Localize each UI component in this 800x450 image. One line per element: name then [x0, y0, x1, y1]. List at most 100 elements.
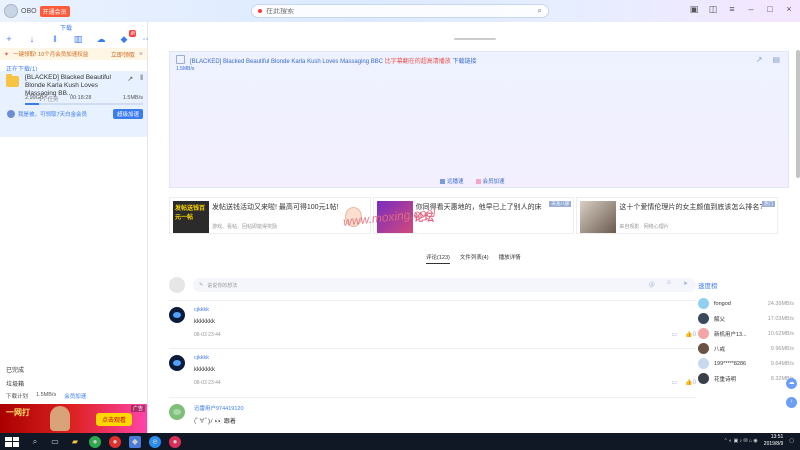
close-button[interactable]: ×: [784, 4, 794, 15]
recommend-card[interactable]: 发帖送钱百元一帖 发帖送钱活动又来啦! 最高可得100元1帖! 游戏、看帖、回帖…: [169, 197, 371, 234]
side-links: 已完成 垃圾箱: [6, 364, 24, 392]
ad-watch-button[interactable]: 点击观看: [96, 413, 133, 426]
comment-item: cjkkkk kkkkkkk 08-03 23:44 ▭ 👍0: [169, 300, 696, 344]
reply-icon[interactable]: ▭: [672, 331, 678, 338]
system-tray: ⌃ ◐ ▣ ♪ ✉ ⌂ ◉ 13:51 2019/8/9 ▢: [723, 434, 794, 448]
download-plan-link[interactable]: 下载计划: [6, 392, 28, 400]
app-icon[interactable]: ●: [109, 435, 121, 448]
tab-comments[interactable]: 评论(123): [426, 253, 450, 264]
ranking-user: 花重诗明: [714, 376, 737, 383]
search-icon[interactable]: ⌕: [29, 436, 41, 448]
window-controls: ▣ ◫ ≡ – □ ×: [689, 4, 794, 15]
avatar[interactable]: [4, 4, 18, 18]
menu-icon[interactable]: ≡: [727, 4, 737, 15]
tray-icons[interactable]: ⌃ ◐ ▣ ♪ ✉ ⌂ ◉: [723, 438, 757, 444]
avatar[interactable]: [169, 307, 185, 323]
at-icon[interactable]: ＠: [649, 280, 655, 289]
ranking-title: 速度榜: [698, 283, 718, 290]
sidebar-item-completed[interactable]: 已完成: [6, 364, 24, 378]
ranking-row[interactable]: 新机用户13... 10.62MB/s: [698, 326, 794, 341]
task-view-icon[interactable]: ▭: [49, 436, 61, 448]
search-bar[interactable]: ⌕: [251, 4, 549, 18]
thunder-icon[interactable]: ◆: [129, 435, 141, 448]
tab-file-list[interactable]: 文件列表(4): [460, 253, 489, 264]
ranking-row[interactable]: 199*****8286 9.64MB/s: [698, 356, 794, 371]
player-title-suffix: 比字幕翻在的超高清播放: [384, 59, 451, 65]
recommend-card[interactable]: 这十个爱情伦理片的女主颜值到底该怎么排名? 来自观影 · 网络心理片 热门: [576, 197, 779, 234]
sidebar-item-trash[interactable]: 垃圾箱: [6, 378, 24, 392]
legend-normal-speed: 远播速: [440, 177, 464, 185]
app-icon[interactable]: ●: [169, 435, 181, 448]
share-icon[interactable]: ↗: [756, 55, 763, 64]
ranking-user: 新机用户13...: [714, 331, 747, 338]
vip-accelerate-link[interactable]: 会员加速: [64, 392, 86, 400]
video-player[interactable]: [BLACKED] Blacked Beautiful Blonde Karla…: [169, 51, 789, 188]
vip-promo-text: 我是被，可领取7天白金会员: [18, 112, 88, 118]
avatar[interactable]: [169, 355, 185, 371]
player-actions: ↗ ▤: [756, 55, 780, 64]
ranking-row[interactable]: 解父 17.03MB/s: [698, 311, 794, 326]
skin-icon[interactable]: ◫: [708, 4, 718, 15]
download-toolbar: + ↓ ‖ ▥ ☁ ◆ 新 ⋯: [4, 30, 152, 45]
tab-download[interactable]: 下载: [60, 23, 72, 32]
player-title-link[interactable]: 下载链接: [452, 59, 476, 65]
like-button[interactable]: 👍0: [685, 379, 696, 386]
ranking-list: fongod 24.39MB/s 解父 17.03MB/s 新机用户13... 10.62…: [698, 296, 794, 386]
like-button[interactable]: 👍0: [685, 331, 696, 338]
username[interactable]: OBO: [21, 8, 37, 15]
clock[interactable]: 13:51 2019/8/9: [764, 434, 783, 448]
gift-icon[interactable]: ▣: [689, 4, 699, 15]
search-input[interactable]: [266, 7, 534, 15]
close-icon[interactable]: ×: [139, 51, 143, 58]
scrollbar[interactable]: [796, 50, 800, 178]
card-title: 发帖送钱活动又来啦! 最高可得100元1帖!: [212, 204, 339, 211]
pause-icon[interactable]: ‖: [140, 75, 143, 83]
player-title-main: [BLACKED] Blacked Beautiful Blonde Karla…: [190, 59, 384, 65]
user-info[interactable]: OBO 开通会员: [4, 4, 70, 18]
download-item[interactable]: [BLACKED] Blacked Beautiful Blonde Karla…: [0, 71, 147, 137]
folder-icon[interactable]: ▰: [69, 436, 81, 448]
player-title: [BLACKED] Blacked Beautiful Blonde Karla…: [190, 56, 476, 65]
vip-icon[interactable]: ◆ 新: [119, 30, 136, 45]
minimize-button[interactable]: –: [746, 4, 756, 15]
vip-promo[interactable]: 我是被，可领取7天白金会员: [7, 110, 87, 118]
share-icon[interactable]: ↗: [127, 75, 133, 83]
cloud-icon[interactable]: ☁: [96, 34, 106, 45]
ranking-row[interactable]: fongod 24.39MB/s: [698, 296, 794, 311]
clock-time: 13:51: [770, 434, 784, 440]
comment-author[interactable]: cjkkkk: [194, 355, 209, 361]
ranking-row[interactable]: 花重诗明 8.32MB/s: [698, 371, 794, 386]
ranking-row[interactable]: 八戒 9.96MB/s: [698, 341, 794, 356]
comment-author[interactable]: cjkkkk: [194, 307, 209, 313]
document-icon[interactable]: ▤: [772, 55, 780, 64]
super-accelerate-button[interactable]: 超级加速: [112, 109, 143, 119]
maximize-button[interactable]: □: [765, 4, 775, 15]
comment-input[interactable]: ✎ 说说你的想法: [193, 278, 696, 292]
pause-icon[interactable]: ‖: [50, 34, 60, 45]
card-title: 这十个爱情伦理片的女主颜值到底该怎么排名?: [619, 204, 764, 211]
add-icon[interactable]: +: [4, 34, 14, 45]
drag-handle[interactable]: [454, 38, 496, 40]
back-to-top-icon[interactable]: ↑: [786, 397, 797, 408]
claim-button[interactable]: 立即领取: [111, 50, 135, 59]
recommend-cards: 发帖送钱百元一帖 发帖送钱活动又来啦! 最高可得100元1帖! 游戏、看帖、回帖…: [169, 197, 779, 234]
comment-input-actions: ＠ ☺ ➤: [649, 280, 688, 289]
cloud-float-icon[interactable]: ☁: [786, 378, 797, 389]
emoji-icon[interactable]: ☺: [666, 280, 672, 289]
vip-badge[interactable]: 开通会员: [39, 5, 70, 17]
ad-banner[interactable]: 一网打 点击观看 广告: [0, 404, 147, 433]
windows-start-icon[interactable]: [5, 436, 19, 447]
reply-icon[interactable]: ▭: [672, 379, 678, 386]
folder-icon: [6, 74, 19, 87]
search-icon[interactable]: ⌕: [538, 6, 542, 16]
browser-icon[interactable]: e: [149, 435, 161, 448]
app-icon[interactable]: ●: [89, 435, 101, 448]
avatar[interactable]: [169, 404, 185, 420]
taskbar-apps: ⌕ ▭ ▰ ● ● ◆ e ●: [29, 435, 181, 448]
download-icon[interactable]: ↓: [27, 34, 37, 45]
tab-play-details[interactable]: 播放详情: [499, 253, 521, 264]
delete-icon[interactable]: ▥: [73, 34, 83, 45]
send-icon[interactable]: ➤: [683, 280, 688, 289]
notification-icon[interactable]: ▢: [789, 438, 794, 444]
comment-author[interactable]: 迅雷用户974419120: [194, 404, 244, 412]
